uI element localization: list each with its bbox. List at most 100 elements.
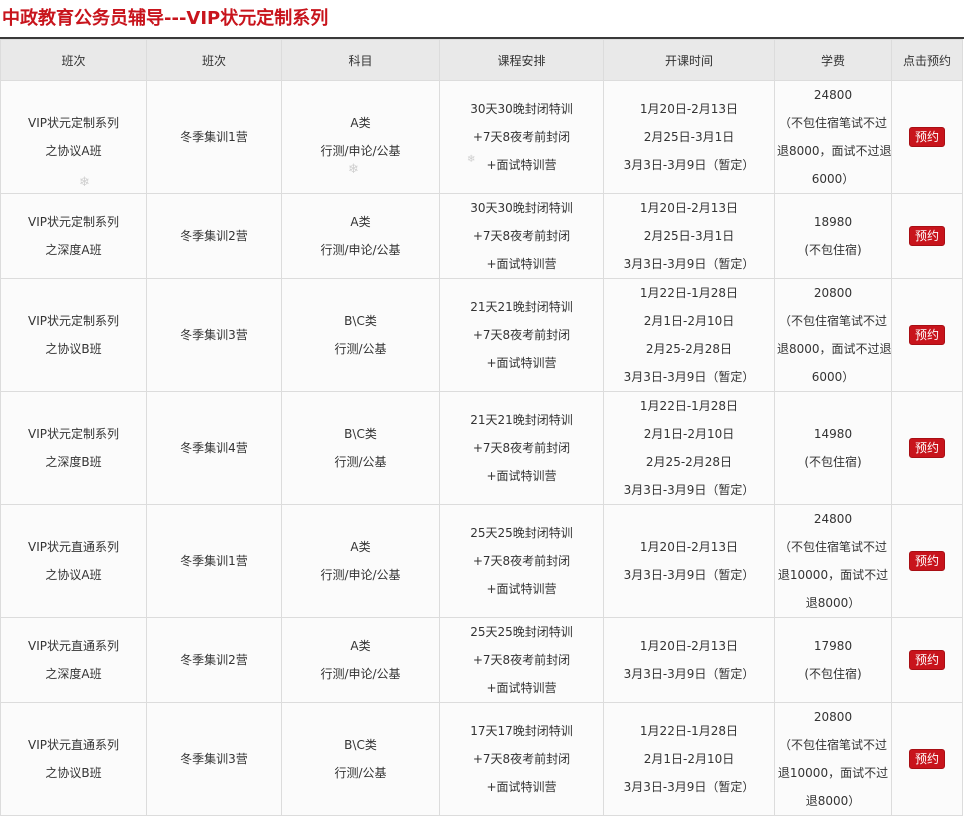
course-table: 班次 班次 科目 课程安排 开课时间 学费 点击预约 VIP状元定制系列 之协议… [0, 39, 963, 816]
dates-cell: 1月22日-1月28日 2月1日-2月10日 2月25-2月28日 3月3日-3… [603, 391, 775, 505]
camp-name: 冬季集训3营 [180, 328, 248, 342]
book-button[interactable]: 预约 [908, 438, 945, 458]
fee-note: （不包住宿笔试不过 [778, 314, 887, 328]
series-cell: VIP状元直通系列 之协议A班 [0, 504, 147, 618]
dates-cell: 1月22日-1月28日 2月1日-2月10日 3月3日-3月9日（暂定） [603, 702, 775, 816]
fee-note: （不包住宿笔试不过 [778, 540, 887, 554]
series-class: 之协议A班 [45, 568, 102, 582]
subject-category: A类 [350, 639, 371, 653]
date-range: 1月22日-1月28日 [639, 724, 739, 738]
series-name: VIP状元直通系列 [28, 738, 119, 752]
fee-note: 退8000） [805, 596, 861, 610]
subject-list: 行测/申论/公基 [320, 667, 401, 681]
fee-note: 6000） [811, 172, 855, 186]
date-range: 2月25-2月28日 [645, 342, 733, 356]
camp-cell: 冬季集训2营 [146, 193, 282, 279]
camp-cell: 冬季集训3营 [146, 278, 282, 392]
schedule-line: 21天21晚封闭特训 [470, 300, 573, 314]
series-class: 之协议A班 [45, 144, 102, 158]
schedule-line: +面试特训营 [486, 356, 557, 370]
table-row: VIP状元直通系列 之深度A班 冬季集训2营 A类 行测/申论/公基 25天25… [0, 617, 963, 703]
schedule-line: +7天8夜考前封闭 [472, 229, 571, 243]
camp-cell: 冬季集训1营 [146, 504, 282, 618]
booking-cell: 预约 [891, 504, 963, 618]
fee-note: (不包住宿) [804, 667, 862, 681]
camp-name: 冬季集训1营 [180, 554, 248, 568]
table-row: VIP状元定制系列 之协议A班 冬季集训1营 A类 行测/申论/公基 30天30… [0, 80, 963, 194]
dates-cell: 1月20日-2月13日 3月3日-3月9日（暂定） [603, 617, 775, 703]
series-cell: VIP状元定制系列 之协议B班 [0, 278, 147, 392]
series-name: VIP状元定制系列 [28, 215, 119, 229]
fee-note: (不包住宿) [804, 243, 862, 257]
subject-cell: B\C类 行测/公基 [281, 278, 440, 392]
subject-category: A类 [350, 215, 371, 229]
header-camp: 班次 [146, 39, 282, 81]
subject-category: A类 [350, 116, 371, 130]
fee-cell: 17980 (不包住宿) [774, 617, 892, 703]
subject-cell: B\C类 行测/公基 [281, 391, 440, 505]
schedule-line: 25天25晚封闭特训 [470, 526, 573, 540]
header-subject: 科目 [281, 39, 440, 81]
series-cell: VIP状元定制系列 之协议A班 [0, 80, 147, 194]
series-name: VIP状元定制系列 [28, 116, 119, 130]
fee-amount: 18980 [813, 215, 853, 229]
schedule-line: +面试特训营 [486, 257, 557, 271]
series-cell: VIP状元直通系列 之深度A班 [0, 617, 147, 703]
fee-note: 退8000，面试不过退 [777, 144, 892, 158]
subject-cell: A类 行测/申论/公基 [281, 617, 440, 703]
fee-cell: 18980 (不包住宿) [774, 193, 892, 279]
fee-cell: 20800 （不包住宿笔试不过 退10000，面试不过 退8000） [774, 702, 892, 816]
header-start-date: 开课时间 [603, 39, 775, 81]
schedule-line: 30天30晚封闭特训 [470, 201, 573, 215]
fee-note: 退10000，面试不过 [777, 766, 889, 780]
subject-cell: A类 行测/申论/公基 [281, 193, 440, 279]
schedule-line: 25天25晚封闭特训 [470, 625, 573, 639]
book-button[interactable]: 预约 [908, 226, 945, 246]
series-name: VIP状元定制系列 [28, 314, 119, 328]
schedule-line: 21天21晚封闭特训 [470, 413, 573, 427]
booking-cell: 预约 [891, 80, 963, 194]
date-range: 2月25日-3月1日 [643, 130, 735, 144]
subject-cell: B\C类 行测/公基 [281, 702, 440, 816]
schedule-line: +7天8夜考前封闭 [472, 328, 571, 342]
fee-cell: 14980 (不包住宿) [774, 391, 892, 505]
camp-name: 冬季集训1营 [180, 130, 248, 144]
fee-note: 退10000，面试不过 [777, 568, 889, 582]
schedule-cell: 30天30晚封闭特训 +7天8夜考前封闭 +面试特训营 [439, 193, 604, 279]
schedule-line: 17天17晚封闭特训 [470, 724, 573, 738]
header-schedule: 课程安排 [439, 39, 604, 81]
header-booking: 点击预约 [891, 39, 963, 81]
subject-cell: A类 行测/申论/公基 [281, 80, 440, 194]
header-fee: 学费 [774, 39, 892, 81]
booking-cell: 预约 [891, 193, 963, 279]
schedule-cell: 21天21晚封闭特训 +7天8夜考前封闭 +面试特训营 [439, 278, 604, 392]
date-range: 3月3日-3月9日（暂定） [623, 158, 755, 172]
dates-cell: 1月20日-2月13日 2月25日-3月1日 3月3日-3月9日（暂定） [603, 80, 775, 194]
series-class: 之深度A班 [45, 667, 102, 681]
dates-cell: 1月22日-1月28日 2月1日-2月10日 2月25-2月28日 3月3日-3… [603, 278, 775, 392]
table-header-row: 班次 班次 科目 课程安排 开课时间 学费 点击预约 [0, 39, 963, 81]
schedule-cell: 25天25晚封闭特训 +7天8夜考前封闭 +面试特训营 [439, 617, 604, 703]
booking-cell: 预约 [891, 278, 963, 392]
date-range: 3月3日-3月9日（暂定） [623, 370, 755, 384]
camp-name: 冬季集训3营 [180, 752, 248, 766]
date-range: 2月25-2月28日 [645, 455, 733, 469]
fee-amount: 14980 [813, 427, 853, 441]
booking-cell: 预约 [891, 391, 963, 505]
book-button[interactable]: 预约 [908, 650, 945, 670]
camp-cell: 冬季集训4营 [146, 391, 282, 505]
book-button[interactable]: 预约 [908, 749, 945, 769]
subject-category: B\C类 [344, 738, 377, 752]
fee-note: (不包住宿) [804, 455, 862, 469]
book-button[interactable]: 预约 [908, 127, 945, 147]
book-button[interactable]: 预约 [908, 551, 945, 571]
schedule-line: 30天30晚封闭特训 [470, 102, 573, 116]
table-row: VIP状元定制系列 之协议B班 冬季集训3营 B\C类 行测/公基 21天21晚… [0, 278, 963, 392]
dates-cell: 1月20日-2月13日 2月25日-3月1日 3月3日-3月9日（暂定） [603, 193, 775, 279]
schedule-line: +面试特训营 [486, 469, 557, 483]
fee-note: 退8000） [805, 794, 861, 808]
book-button[interactable]: 预约 [908, 325, 945, 345]
subject-list: 行测/公基 [334, 455, 387, 469]
camp-name: 冬季集训4营 [180, 441, 248, 455]
fee-amount: 24800 [813, 512, 853, 526]
